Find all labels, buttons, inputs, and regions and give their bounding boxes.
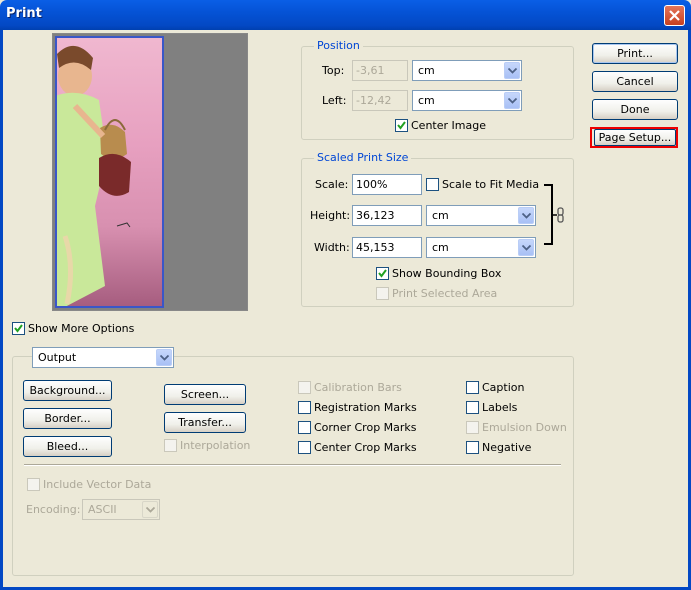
- background-button[interactable]: Background...: [23, 380, 112, 401]
- window-title: Print: [6, 6, 42, 21]
- include-vector-data-checkbox[interactable]: Include Vector Data: [27, 478, 151, 491]
- encoding-select[interactable]: ASCII: [82, 499, 160, 520]
- checkbox-unchecked-icon: [426, 178, 439, 191]
- emulsion-down-label: Emulsion Down: [482, 421, 567, 434]
- checkbox-unchecked-icon: [164, 439, 177, 452]
- checkbox-unchecked-icon: [298, 421, 311, 434]
- registration-marks-checkbox[interactable]: Registration Marks: [298, 401, 417, 414]
- width-input[interactable]: [352, 237, 422, 258]
- cancel-button[interactable]: Cancel: [592, 71, 678, 92]
- interpolation-checkbox[interactable]: Interpolation: [164, 439, 250, 452]
- show-more-options-checkbox[interactable]: Show More Options: [12, 322, 134, 335]
- top-unit-value: cm: [418, 64, 435, 77]
- scaled-print-size-legend: Scaled Print Size: [314, 151, 412, 164]
- print-selected-area-checkbox[interactable]: Print Selected Area: [376, 287, 497, 300]
- print-button[interactable]: Print...: [592, 43, 678, 64]
- chevron-down-icon: [518, 207, 534, 224]
- chevron-down-icon: [156, 349, 172, 366]
- center-image-checkbox[interactable]: Center Image: [395, 119, 486, 132]
- checkbox-unchecked-icon: [376, 287, 389, 300]
- done-button[interactable]: Done: [592, 99, 678, 120]
- checkbox-unchecked-icon: [466, 381, 479, 394]
- scale-to-fit-label: Scale to Fit Media: [442, 178, 540, 191]
- chevron-down-icon: [518, 239, 534, 256]
- screen-button[interactable]: Screen...: [164, 384, 246, 405]
- page-setup-highlight: [590, 127, 678, 148]
- negative-checkbox[interactable]: Negative: [466, 441, 531, 454]
- transfer-button[interactable]: Transfer...: [164, 412, 246, 433]
- corner-crop-marks-label: Corner Crop Marks: [314, 421, 417, 434]
- divider: [24, 464, 561, 466]
- scale-input[interactable]: [352, 174, 422, 195]
- labels-label: Labels: [482, 401, 518, 414]
- calibration-bars-checkbox[interactable]: Calibration Bars: [298, 381, 402, 394]
- bounding-box: [55, 36, 164, 308]
- corner-crop-marks-checkbox[interactable]: Corner Crop Marks: [298, 421, 417, 434]
- top-unit-select[interactable]: cm: [412, 60, 522, 81]
- top-label: Top:: [322, 64, 345, 77]
- print-selected-area-label: Print Selected Area: [392, 287, 498, 300]
- width-unit-value: cm: [432, 241, 449, 254]
- caption-label: Caption: [482, 381, 525, 394]
- show-bounding-box-label: Show Bounding Box: [392, 267, 502, 280]
- bleed-button[interactable]: Bleed...: [23, 436, 112, 457]
- checkbox-checked-icon: [395, 119, 408, 132]
- height-label: Height:: [310, 209, 351, 222]
- height-unit-select[interactable]: cm: [426, 205, 536, 226]
- checkbox-unchecked-icon: [466, 441, 479, 454]
- interpolation-label: Interpolation: [180, 439, 251, 452]
- checkbox-checked-icon: [12, 322, 25, 335]
- close-button[interactable]: [664, 5, 685, 26]
- caption-checkbox[interactable]: Caption: [466, 381, 524, 394]
- chevron-down-icon: [142, 501, 158, 518]
- left-label: Left:: [322, 94, 347, 107]
- labels-checkbox[interactable]: Labels: [466, 401, 517, 414]
- chevron-down-icon: [504, 92, 520, 109]
- width-unit-select[interactable]: cm: [426, 237, 536, 258]
- border-button[interactable]: Border...: [23, 408, 112, 429]
- center-crop-marks-label: Center Crop Marks: [314, 441, 417, 454]
- link-constraint-icon[interactable]: [542, 183, 572, 247]
- checkbox-unchecked-icon: [466, 421, 479, 434]
- include-vector-data-label: Include Vector Data: [43, 478, 152, 491]
- center-image-label: Center Image: [411, 119, 486, 132]
- scale-label: Scale:: [315, 178, 349, 191]
- top-input[interactable]: [352, 60, 408, 81]
- left-input[interactable]: [352, 90, 408, 111]
- center-crop-marks-checkbox[interactable]: Center Crop Marks: [298, 441, 417, 454]
- calibration-bars-label: Calibration Bars: [314, 381, 402, 394]
- encoding-label: Encoding:: [26, 503, 81, 516]
- encoding-value: ASCII: [88, 503, 117, 516]
- title-bar: Print: [0, 0, 691, 30]
- print-preview[interactable]: [52, 33, 248, 311]
- left-unit-value: cm: [418, 94, 435, 107]
- show-more-options-label: Show More Options: [28, 322, 135, 335]
- scale-to-fit-checkbox[interactable]: Scale to Fit Media: [426, 178, 539, 191]
- registration-marks-label: Registration Marks: [314, 401, 417, 414]
- checkbox-unchecked-icon: [298, 381, 311, 394]
- checkbox-unchecked-icon: [466, 401, 479, 414]
- checkbox-checked-icon: [376, 267, 389, 280]
- left-unit-select[interactable]: cm: [412, 90, 522, 111]
- checkbox-unchecked-icon: [298, 441, 311, 454]
- chevron-down-icon: [504, 62, 520, 79]
- close-icon: [669, 10, 680, 21]
- width-label: Width:: [314, 241, 350, 254]
- height-unit-value: cm: [432, 209, 449, 222]
- position-legend: Position: [314, 39, 363, 52]
- show-bounding-box-checkbox[interactable]: Show Bounding Box: [376, 267, 501, 280]
- checkbox-unchecked-icon: [298, 401, 311, 414]
- emulsion-down-checkbox[interactable]: Emulsion Down: [466, 421, 567, 434]
- output-select[interactable]: Output: [32, 347, 174, 368]
- output-select-value: Output: [38, 351, 77, 364]
- height-input[interactable]: [352, 205, 422, 226]
- negative-label: Negative: [482, 441, 532, 454]
- checkbox-unchecked-icon: [27, 478, 40, 491]
